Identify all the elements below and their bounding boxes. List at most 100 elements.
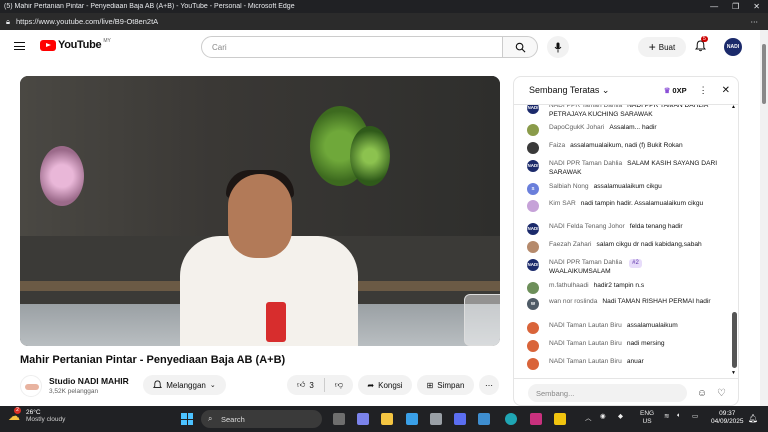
chat-author-name[interactable]: Kim SAR [549,200,576,207]
chat-author-name[interactable]: NADI PPR Taman Dahlia [549,105,622,109]
chat-author-avatar[interactable] [527,322,539,334]
search-button[interactable] [502,36,538,58]
chat-author-name[interactable]: m.fathulhaadi [549,282,589,289]
chat-message[interactable]: NADI Taman Lautan Biru assalamualaikum [527,322,723,334]
chat-message[interactable]: Wwan nor roslinda Nadi TAMAN RISHAH PERMA… [527,298,723,310]
chat-message[interactable]: NADI NADI PPR Taman Dahlia SALAM KASIH SAY… [527,160,723,177]
chat-author-name[interactable]: Faezah Zahari [549,241,592,248]
chat-message[interactable]: Kim SAR nadi tampin hadir. Assalamualaiku… [527,200,723,212]
page-scrollbar-thumb[interactable] [762,44,766,104]
chat-author-avatar[interactable] [527,142,539,154]
chat-scroll-up-icon[interactable]: ▲ [731,104,736,110]
chat-scrollbar-thumb[interactable] [732,312,737,368]
security-app-icon[interactable] [454,413,466,425]
tray-chevron-icon[interactable]: ︿ [585,412,592,422]
chat-author-avatar[interactable]: S [527,183,539,195]
chat-message[interactable]: S Salbiah Nong assalamualaikum cikgu [527,183,723,195]
battery-icon[interactable]: ▭ [692,412,698,420]
chat-close-icon[interactable]: ✕ [722,85,730,96]
url-text[interactable]: https://www.youtube.com/live/B9-Ot8en2tA [16,17,158,26]
dislike-button[interactable]: 👎︎ [335,380,343,390]
video-player[interactable] [20,76,500,346]
sticky-notes-icon[interactable] [554,413,566,425]
pinned-app-icon[interactable] [478,413,490,425]
chat-message[interactable]: NADI Taman Lautan Biru anuar [527,358,723,370]
site-info-icon[interactable]: 🔒︎ [6,17,10,27]
chat-message[interactable]: NADI NADI Felda Tenang Johor felda tenang … [527,223,723,235]
language-indicator[interactable]: ENG US [640,410,654,426]
chat-author-name[interactable]: Faiza [549,142,565,149]
chat-message[interactable]: NADI NADI PPR Taman Dahlia NADI PPR TAMAN … [527,105,723,119]
account-avatar[interactable]: NADI [724,38,742,56]
chat-author-avatar[interactable] [527,358,539,370]
heart-icon[interactable]: ♡ [717,388,726,399]
emoji-icon[interactable]: ☺ [697,388,707,399]
share-button[interactable]: ➦ Kongsi [358,375,412,395]
chat-author-name[interactable]: NADI Taman Lautan Biru [549,322,622,329]
like-button[interactable]: 👍︎ 3 [297,380,314,390]
wifi-icon[interactable]: ≋ [664,412,669,420]
chat-messages[interactable]: NADI NADI PPR Taman Dahlia NADI PPR TAMAN … [514,105,738,378]
save-button[interactable]: ⊞ Simpan [417,375,474,395]
chat-message[interactable]: NADI Taman Lautan Biru nadi mersing [527,340,723,352]
tray-app2-icon[interactable]: ◆ [618,412,623,420]
subscribe-button[interactable]: Melanggan ⌄ [143,375,226,395]
chat-message[interactable]: NADI NADI PPR Taman Dahlia #2 WAALAIKUMSALA… [527,259,723,276]
more-actions-button[interactable]: ⋯ [479,375,499,395]
volume-icon[interactable]: 🔈︎ [677,412,681,420]
chat-scroll-down-icon[interactable]: ▼ [731,370,736,376]
chat-author-name[interactable]: wan nor roslinda [549,298,597,305]
chat-author-name[interactable]: NADI Taman Lautan Biru [549,358,622,365]
chat-message[interactable]: m.fathulhaadi hadir2 tampin n.s [527,282,723,294]
search-input[interactable]: Cari [201,36,503,58]
channel-avatar[interactable] [20,375,42,397]
chat-author-avatar[interactable]: NADI [527,223,539,235]
notification-center-icon[interactable]: 🔔︎ [748,414,758,423]
browser-menu-icon[interactable]: ⋯ [751,17,768,26]
chat-author-avatar[interactable] [527,282,539,294]
task-view-icon[interactable] [333,413,345,425]
close-icon[interactable]: ✕ [753,2,760,11]
create-button[interactable]: + Buat [638,37,686,57]
system-clock[interactable]: 09:37 04/09/2025 [711,410,744,426]
chat-author-avatar[interactable] [527,340,539,352]
address-bar[interactable]: 🔒︎ https://www.youtube.com/live/B9-Ot8en… [0,13,768,30]
store-icon[interactable] [406,413,418,425]
settings-app-icon[interactable] [430,413,442,425]
weather-widget[interactable]: ☁ 2 26°C Mostly cloudy [8,407,65,423]
chat-author-avatar[interactable]: NADI [527,105,539,114]
chat-points-badge[interactable]: ♛ 0XP [664,86,687,95]
edge-browser-icon[interactable] [505,413,517,425]
channel-name[interactable]: Studio NADI MAHIR [49,376,129,386]
chat-author-avatar[interactable] [527,124,539,136]
chat-author-name[interactable]: Salbiah Nong [549,183,589,190]
chat-message[interactable]: Faiza assalamualaikum, nadi (f) Bukit Rok… [527,142,723,154]
chat-author-name[interactable]: NADI PPR Taman Dahlia [549,259,622,266]
page-scrollbar[interactable] [760,30,768,406]
taskbar-search[interactable]: ⌕ Search [201,410,322,428]
chat-author-name[interactable]: DapoCgukK Johari [549,124,604,131]
chat-message[interactable]: Faezah Zahari salam cikgu dr nadi kabidan… [527,241,723,253]
maximize-icon[interactable]: ❐ [732,2,739,11]
windows-start-icon[interactable] [181,413,193,425]
chat-author-name[interactable]: NADI Taman Lautan Biru [549,340,622,347]
chat-input[interactable]: Sembang... [528,384,687,402]
hamburger-menu-icon[interactable] [14,42,25,50]
file-explorer-icon[interactable] [381,413,393,425]
chat-author-avatar[interactable]: W [527,298,539,310]
youtube-logo[interactable]: YouTube MY [40,38,111,51]
chat-mode-selector[interactable]: Sembang Teratas ⌄ [529,85,664,96]
chat-app-icon[interactable] [357,413,369,425]
notifications-button[interactable]: 5 [694,36,708,57]
chat-author-avatar[interactable] [527,241,539,253]
tray-app-icon[interactable]: ◉ [600,412,606,420]
chat-author-name[interactable]: NADI Felda Tenang Johor [549,223,625,230]
chat-more-icon[interactable]: ⋮ [699,85,708,96]
minimize-icon[interactable]: — [710,2,718,11]
canva-app-icon[interactable] [530,413,542,425]
chat-author-avatar[interactable] [527,200,539,212]
chat-author-name[interactable]: NADI PPR Taman Dahlia [549,160,622,167]
chat-author-avatar[interactable]: NADI [527,259,539,271]
chat-message[interactable]: DapoCgukK Johari Assalam... hadir [527,124,723,136]
chat-author-avatar[interactable]: NADI [527,160,539,172]
